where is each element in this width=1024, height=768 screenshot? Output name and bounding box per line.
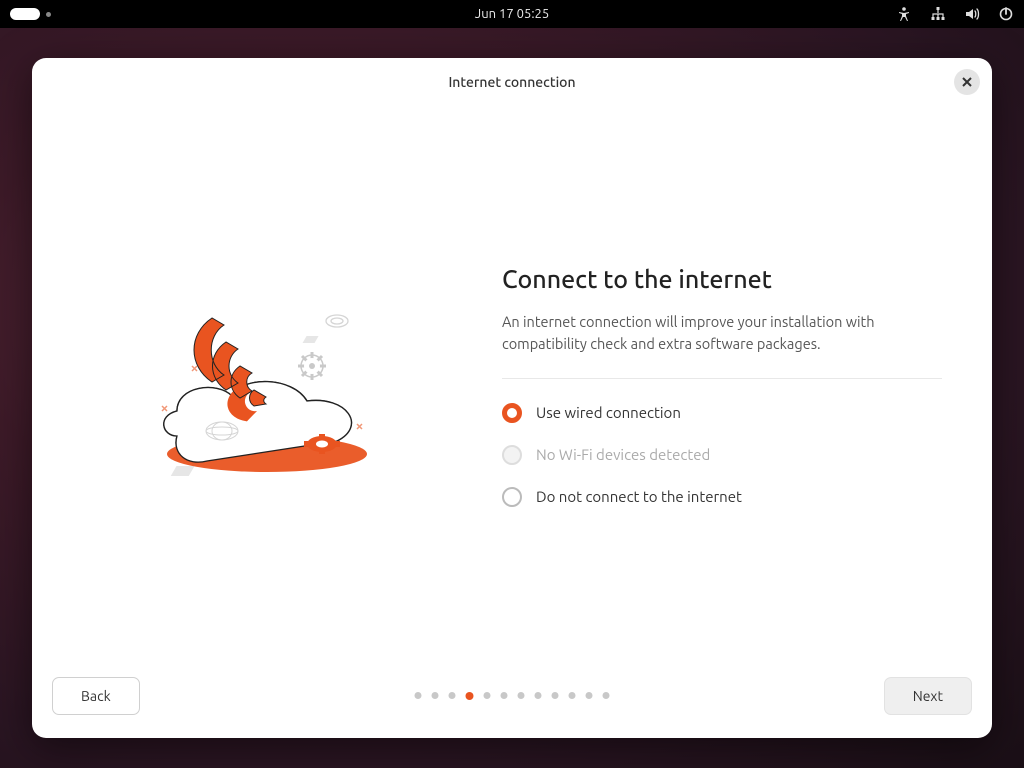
progress-dot: [432, 692, 439, 699]
progress-dot: [415, 692, 422, 699]
progress-dot-active: [466, 692, 474, 700]
option-no-internet[interactable]: Do not connect to the internet: [502, 487, 942, 507]
activities-pill-group[interactable]: [10, 8, 51, 20]
option-label: Use wired connection: [536, 404, 681, 421]
progress-dot: [586, 692, 593, 699]
network-icon: [930, 6, 946, 22]
accessibility-icon: [896, 6, 912, 22]
illustration: [82, 266, 442, 506]
window-title: Internet connection: [448, 74, 575, 90]
close-button[interactable]: [954, 69, 980, 95]
progress-dots: [415, 692, 610, 700]
progress-dot: [535, 692, 542, 699]
option-wifi: No Wi-Fi devices detected: [502, 445, 942, 465]
radio-icon: [502, 403, 522, 423]
content: Connect to the internet An internet conn…: [502, 265, 942, 506]
progress-dot: [569, 692, 576, 699]
power-icon: [998, 6, 1014, 22]
volume-icon: [964, 6, 980, 22]
page-heading: Connect to the internet: [502, 265, 942, 293]
radio-icon: [502, 487, 522, 507]
connection-options: Use wired connection No Wi-Fi devices de…: [502, 403, 942, 507]
footer: Back Next: [32, 666, 992, 738]
top-bar: Jun 17 05:25: [0, 0, 1024, 28]
progress-dot: [484, 692, 491, 699]
close-icon: [961, 76, 973, 88]
window-body: Connect to the internet An internet conn…: [32, 106, 992, 666]
progress-dot: [603, 692, 610, 699]
back-button[interactable]: Back: [52, 677, 140, 715]
workspace-dot: [46, 12, 51, 17]
progress-dot: [501, 692, 508, 699]
installer-window: Internet connection: [32, 58, 992, 738]
clock[interactable]: Jun 17 05:25: [475, 7, 549, 21]
next-button[interactable]: Next: [884, 677, 972, 715]
system-tray[interactable]: [896, 6, 1014, 22]
radio-icon: [502, 445, 522, 465]
window-header: Internet connection: [32, 58, 992, 106]
option-label: Do not connect to the internet: [536, 488, 742, 505]
progress-dot: [449, 692, 456, 699]
progress-dot: [518, 692, 525, 699]
option-label: No Wi-Fi devices detected: [536, 446, 710, 463]
option-wired[interactable]: Use wired connection: [502, 403, 942, 423]
page-description: An internet connection will improve your…: [502, 311, 942, 378]
activities-pill: [10, 8, 40, 20]
progress-dot: [552, 692, 559, 699]
wifi-cloud-illustration: [122, 266, 402, 506]
